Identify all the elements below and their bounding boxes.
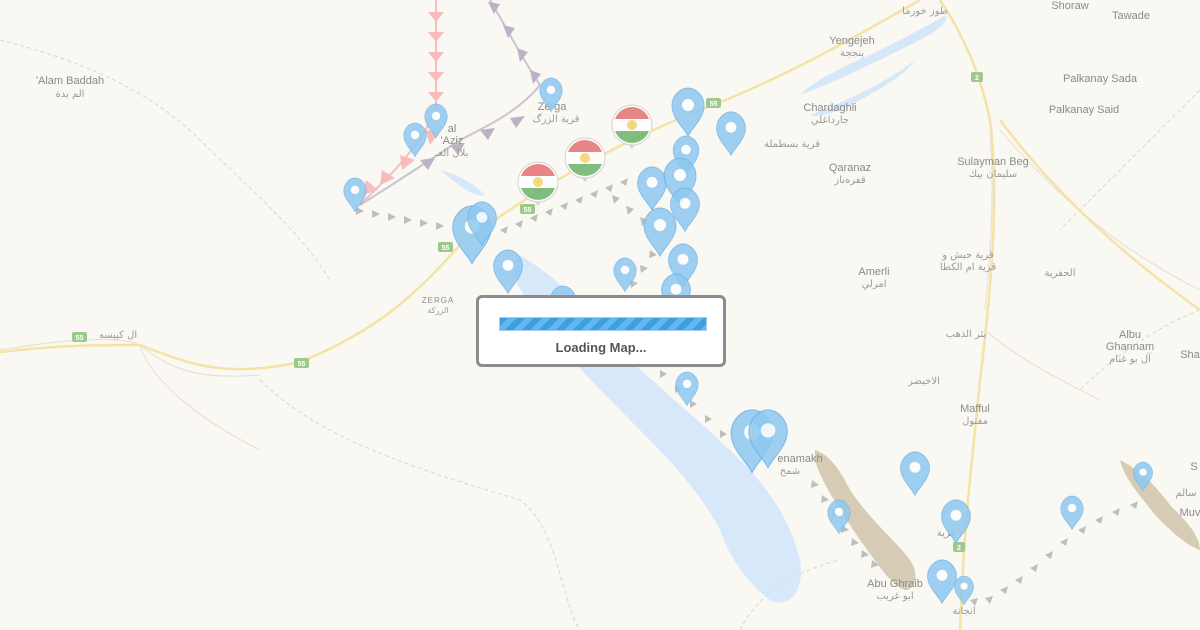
place-label: الم بدة <box>56 89 85 100</box>
road-shield-55: 55 <box>520 204 535 214</box>
place-label: شمخ <box>780 466 801 477</box>
svg-text:55: 55 <box>710 101 718 108</box>
loading-text: Loading Map... <box>555 340 647 355</box>
place-label: قرية ام الكطا <box>940 262 997 273</box>
loading-progress-bar <box>499 317 707 331</box>
place-label: Mafful <box>960 403 990 415</box>
place-label: قرية بسطملة <box>764 139 820 150</box>
loading-dialog: Loading Map... <box>476 295 726 367</box>
place-label: بلال العـ <box>435 148 469 159</box>
svg-text:2: 2 <box>975 75 979 82</box>
place-label: مفتول <box>962 416 988 427</box>
place-label: ZERGA <box>422 296 455 305</box>
place-label: قرية حبش و <box>941 250 994 261</box>
place-label: سالم <box>1175 488 1196 499</box>
svg-text:55: 55 <box>524 207 532 214</box>
place-label: بئر الذهب <box>946 329 987 340</box>
svg-text:2: 2 <box>957 545 961 552</box>
road-shield-2: 2 <box>971 72 983 82</box>
road-shield-55: 55 <box>438 242 453 252</box>
place-label: Muv <box>1180 507 1200 519</box>
place-label: امرلي <box>861 279 886 290</box>
road-shield-55: 55 <box>72 332 87 342</box>
place-label: Shoraw <box>1051 0 1088 12</box>
place-label: Amerli <box>858 266 889 278</box>
road-shield-55: 55 <box>294 358 309 368</box>
place-label: Palkanay Said <box>1049 104 1119 116</box>
place-label: جارداغلي <box>811 115 849 126</box>
place-label: قفرەناز <box>833 175 865 186</box>
place-label: انجانة <box>952 606 975 617</box>
place-label: 'Aziz <box>441 135 464 147</box>
place-label: الزركة <box>427 306 448 315</box>
place-label: Sulayman Beg <box>957 156 1029 168</box>
place-label: الاخيضر <box>907 376 940 387</box>
svg-text:55: 55 <box>298 361 306 368</box>
place-label: الحفرية <box>1044 268 1075 279</box>
place-label: Yengejeh <box>829 35 874 47</box>
place-label: طوز خورما <box>902 6 948 17</box>
place-label: Sha <box>1180 349 1200 361</box>
place-label: Qaranaz <box>829 162 871 174</box>
place-label: al <box>448 123 457 135</box>
place-label: ال كبيسه <box>99 330 137 341</box>
road-shield-55: 55 <box>706 98 721 108</box>
svg-text:55: 55 <box>442 245 450 252</box>
place-label: Albu <box>1119 329 1141 341</box>
place-label: Ghannam <box>1106 341 1154 353</box>
place-label: ابو غريب <box>876 591 913 602</box>
place-label: 'Alam Baddah <box>36 75 104 87</box>
place-label: سليمان بيك <box>969 169 1017 180</box>
place-label: Palkanay Sada <box>1063 73 1138 85</box>
place-label: S <box>1190 461 1197 473</box>
place-label: enamakh <box>777 453 822 465</box>
place-label: آل بو غنام <box>1109 352 1152 365</box>
place-label: Chardaghli <box>803 102 856 114</box>
place-label: Tawade <box>1112 10 1150 22</box>
place-label: Abu Ghraib <box>867 578 923 590</box>
svg-text:55: 55 <box>76 335 84 342</box>
place-label: ينججة <box>840 48 864 59</box>
place-label: قرية الزرگ <box>533 112 580 125</box>
road-shield-2: 2 <box>953 542 965 552</box>
